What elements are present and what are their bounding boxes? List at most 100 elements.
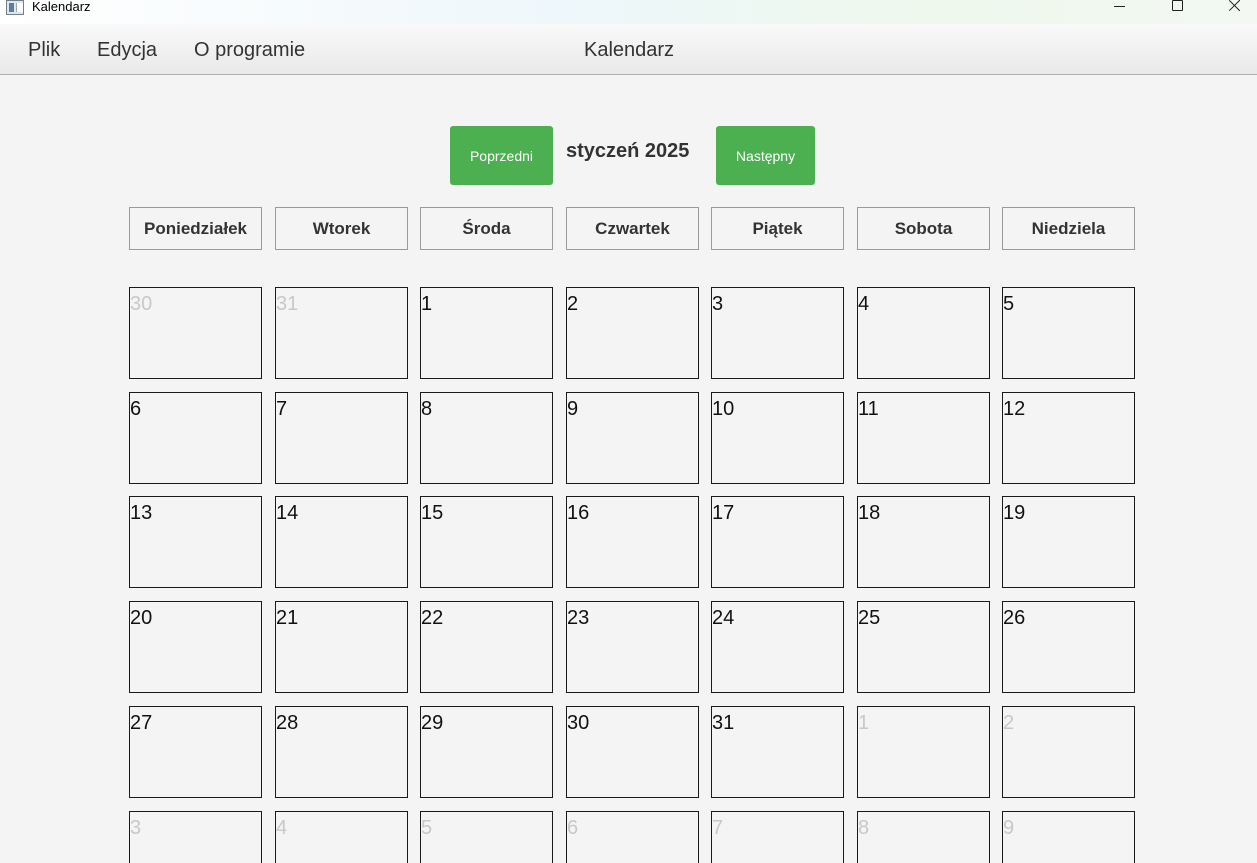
day-number: 21: [276, 607, 299, 629]
day-cell[interactable]: 21: [275, 601, 408, 693]
day-cell-outside-month[interactable]: 2: [1002, 706, 1135, 798]
day-cell[interactable]: 13: [129, 496, 262, 588]
day-number: 3: [712, 293, 724, 315]
day-number: 2: [567, 293, 579, 315]
day-number: 14: [276, 502, 299, 524]
day-cell-outside-month[interactable]: 30: [129, 287, 262, 379]
day-number: 25: [858, 607, 881, 629]
menu-plik[interactable]: Plik: [28, 24, 60, 76]
weekday-header: Środa: [420, 207, 553, 250]
month-label: styczeń 2025: [566, 140, 690, 162]
menu-o-programie[interactable]: O programie: [194, 24, 305, 76]
day-number: 24: [712, 607, 735, 629]
day-number: 5: [1003, 293, 1015, 315]
menu-edycja[interactable]: Edycja: [97, 24, 157, 76]
day-cell-outside-month[interactable]: 1: [857, 706, 990, 798]
day-number: 31: [276, 293, 299, 315]
day-number: 15: [421, 502, 444, 524]
day-cell[interactable]: 23: [566, 601, 699, 693]
day-number: 17: [712, 502, 735, 524]
app-icon: [6, 0, 24, 15]
day-number: 6: [567, 817, 579, 839]
close-button[interactable]: [1212, 0, 1257, 14]
day-cell[interactable]: 5: [1002, 287, 1135, 379]
day-number: 7: [712, 817, 724, 839]
day-cell[interactable]: 12: [1002, 392, 1135, 484]
day-cell[interactable]: 15: [420, 496, 553, 588]
day-cell[interactable]: 1: [420, 287, 553, 379]
day-cell[interactable]: 28: [275, 706, 408, 798]
day-cell[interactable]: 19: [1002, 496, 1135, 588]
day-cell[interactable]: 24: [711, 601, 844, 693]
day-cell[interactable]: 10: [711, 392, 844, 484]
day-number: 8: [858, 817, 870, 839]
day-number: 9: [567, 398, 579, 420]
window-title: Kalendarz: [32, 0, 91, 14]
day-cell[interactable]: 6: [129, 392, 262, 484]
day-number: 16: [567, 502, 590, 524]
day-cell-outside-month[interactable]: 9: [1002, 811, 1135, 863]
minimize-button[interactable]: [1096, 0, 1142, 14]
weekday-header: Poniedziałek: [129, 207, 262, 250]
day-cell-outside-month[interactable]: 3: [129, 811, 262, 863]
day-cell[interactable]: 29: [420, 706, 553, 798]
day-cell[interactable]: 27: [129, 706, 262, 798]
menu-bar: Plik Edycja O programie Kalendarz: [0, 24, 1257, 75]
day-cell-outside-month[interactable]: 6: [566, 811, 699, 863]
previous-month-button[interactable]: Poprzedni: [450, 126, 553, 185]
day-cell[interactable]: 20: [129, 601, 262, 693]
day-cell-outside-month[interactable]: 7: [711, 811, 844, 863]
title-bar: Kalendarz: [0, 0, 1257, 24]
day-cell[interactable]: 14: [275, 496, 408, 588]
day-number: 26: [1003, 607, 1026, 629]
day-cell[interactable]: 25: [857, 601, 990, 693]
day-cell[interactable]: 2: [566, 287, 699, 379]
day-cell-outside-month[interactable]: 4: [275, 811, 408, 863]
day-number: 31: [712, 712, 735, 734]
day-number: 30: [130, 293, 153, 315]
day-number: 1: [421, 293, 433, 315]
day-number: 30: [567, 712, 590, 734]
day-number: 10: [712, 398, 735, 420]
day-number: 3: [130, 817, 142, 839]
weekday-header: Sobota: [857, 207, 990, 250]
day-number: 20: [130, 607, 153, 629]
day-cell[interactable]: 9: [566, 392, 699, 484]
weekday-header: Czwartek: [566, 207, 699, 250]
day-cell[interactable]: 3: [711, 287, 844, 379]
day-cell-outside-month[interactable]: 5: [420, 811, 553, 863]
day-cell[interactable]: 8: [420, 392, 553, 484]
maximize-button[interactable]: [1154, 0, 1200, 14]
day-cell[interactable]: 18: [857, 496, 990, 588]
day-number: 23: [567, 607, 590, 629]
day-number: 28: [276, 712, 299, 734]
day-cell[interactable]: 11: [857, 392, 990, 484]
day-cell[interactable]: 22: [420, 601, 553, 693]
day-number: 4: [858, 293, 870, 315]
weekday-header: Piątek: [711, 207, 844, 250]
weekday-header: Wtorek: [275, 207, 408, 250]
day-cell-outside-month[interactable]: 31: [275, 287, 408, 379]
menu-bar-title: Kalendarz: [584, 39, 675, 61]
day-number: 2: [1003, 712, 1015, 734]
day-number: 13: [130, 502, 153, 524]
day-number: 9: [1003, 817, 1015, 839]
next-month-button[interactable]: Następny: [716, 126, 815, 185]
day-cell[interactable]: 30: [566, 706, 699, 798]
day-cell[interactable]: 17: [711, 496, 844, 588]
day-number: 4: [276, 817, 288, 839]
day-number: 19: [1003, 502, 1026, 524]
day-number: 12: [1003, 398, 1026, 420]
day-cell[interactable]: 26: [1002, 601, 1135, 693]
day-number: 22: [421, 607, 444, 629]
day-cell[interactable]: 4: [857, 287, 990, 379]
day-cell-outside-month[interactable]: 8: [857, 811, 990, 863]
close-icon: [1228, 0, 1242, 12]
day-number: 5: [421, 817, 433, 839]
weekday-header: Niedziela: [1002, 207, 1135, 250]
day-number: 18: [858, 502, 881, 524]
day-cell[interactable]: 7: [275, 392, 408, 484]
day-cell[interactable]: 31: [711, 706, 844, 798]
day-number: 27: [130, 712, 153, 734]
day-cell[interactable]: 16: [566, 496, 699, 588]
